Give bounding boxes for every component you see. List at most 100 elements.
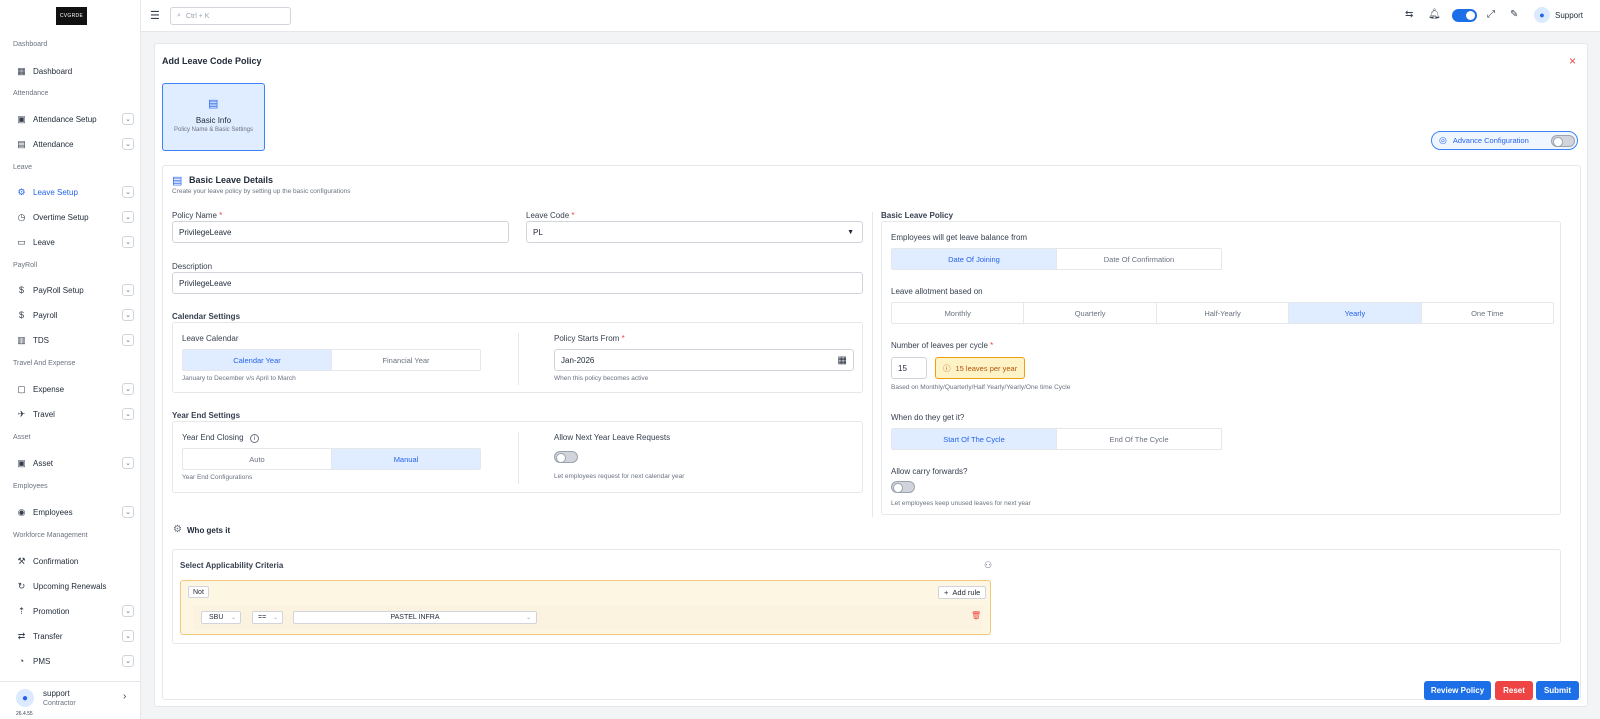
policy-name-label: Policy Name * <box>172 211 223 220</box>
description-label: Description <box>172 262 213 271</box>
chevron-down-icon[interactable]: ⌄ <box>122 186 134 198</box>
chevron-down-icon[interactable]: ⌄ <box>122 284 134 296</box>
filter-users-icon[interactable]: ⚇ <box>984 560 992 571</box>
when-label: When do they get it? <box>891 413 965 422</box>
leaves-hint: Based on Monthly/Quarterly/Half Yearly/Y… <box>891 384 1071 391</box>
pen-icon[interactable]: ✎ <box>1510 9 1518 20</box>
chevron-down-icon[interactable]: ⌄ <box>122 138 134 150</box>
step-basic-info[interactable]: ▤ Basic Info Policy Name & Basic Setting… <box>162 83 265 151</box>
chevron-down-icon[interactable]: ⌄ <box>122 630 134 642</box>
sidebar-item-pms[interactable]: ◔ PMS ⌄ <box>10 652 134 670</box>
chevron-down-icon[interactable]: ⌄ <box>122 506 134 518</box>
sidebar-item-attendance-setup[interactable]: ▣ Attendance Setup ⌄ <box>10 110 134 128</box>
sidebar-item-payroll[interactable]: $ Payroll ⌄ <box>10 306 134 324</box>
chevron-down-icon[interactable]: ⌄ <box>122 383 134 395</box>
sidebar-item-travel[interactable]: ✈ Travel ⌄ <box>10 405 134 423</box>
sidebar-item-expense[interactable]: ▢ Expense ⌄ <box>10 380 134 398</box>
menu-toggle-icon[interactable]: ☰ <box>150 9 160 22</box>
one-time-option[interactable]: One Time <box>1422 303 1553 323</box>
submit-button[interactable]: Submit <box>1536 681 1579 700</box>
applicability-box: Select Applicability Criteria ⚇ Not + Add… <box>172 549 1561 644</box>
section-attendance: Attendance <box>13 90 49 97</box>
policy-start-input[interactable]: Jan-2026 ▦ <box>554 349 854 371</box>
review-policy-button[interactable]: Review Policy <box>1424 681 1491 700</box>
auto-option[interactable]: Auto <box>183 449 332 469</box>
leaves-per-cycle-label: Number of leaves per cycle * <box>891 341 994 350</box>
calendar-check-icon: ▣ <box>17 113 26 124</box>
chevron-down-icon[interactable]: ⌄ <box>122 655 134 667</box>
manual-option[interactable]: Manual <box>332 449 480 469</box>
step-title: Basic Info <box>195 116 232 125</box>
rule-operator-select[interactable]: == ⌄ <box>252 611 283 624</box>
section-employees: Employees <box>13 483 48 490</box>
chevron-down-icon[interactable]: ⌄ <box>122 457 134 469</box>
app-logo[interactable]: CVGRDE <box>56 7 87 25</box>
calendar-year-option[interactable]: Calendar Year <box>183 350 332 370</box>
add-rule-button[interactable]: + Add rule <box>938 586 987 599</box>
user-menu-label[interactable]: Support <box>1555 11 1583 20</box>
quarterly-option[interactable]: Quarterly <box>1024 303 1157 323</box>
advance-config-switch[interactable] <box>1551 135 1575 147</box>
bell-icon[interactable]: 🔔︎ <box>1428 9 1441 20</box>
sidebar-item-transfer[interactable]: ⇄ Transfer ⌄ <box>10 627 134 645</box>
half-yearly-option[interactable]: Half-Yearly <box>1157 303 1290 323</box>
sidebar-item-promotion[interactable]: ⇡ Promotion ⌄ <box>10 602 134 620</box>
plane-icon: ✈ <box>17 408 26 419</box>
info-icon[interactable]: i <box>249 434 259 443</box>
rule-value-select[interactable]: PASTEL INFRA ⌄ <box>293 611 537 624</box>
sidebar-item-asset[interactable]: ▣ Asset ⌄ <box>10 454 134 472</box>
monthly-option[interactable]: Monthly <box>892 303 1025 323</box>
date-of-joining-option[interactable]: Date Of Joining <box>892 249 1057 269</box>
chevron-down-icon[interactable]: ⌄ <box>122 334 134 346</box>
close-icon[interactable]: × <box>1569 54 1576 68</box>
carry-forward-switch[interactable] <box>891 481 915 493</box>
yearly-option[interactable]: Yearly <box>1289 303 1422 323</box>
chevron-down-icon[interactable]: ⌄ <box>122 309 134 321</box>
fullscreen-icon[interactable]: ⤢ <box>1487 9 1495 20</box>
start-of-cycle-option[interactable]: Start Of The Cycle <box>892 429 1057 449</box>
chevron-down-icon[interactable]: ⌄ <box>122 236 134 248</box>
translate-icon[interactable]: ⇆ <box>1405 9 1413 20</box>
refresh-doc-icon: ↻ <box>17 580 26 591</box>
sidebar-item-confirmation[interactable]: ⚒ Confirmation <box>10 552 134 570</box>
sidebar-item-dashboard[interactable]: ▦ Dashboard <box>10 62 134 80</box>
leave-code-select[interactable]: PL ▼ <box>526 221 863 243</box>
section-subtitle: Create your leave policy by setting up t… <box>172 188 351 195</box>
chevron-down-icon[interactable]: ⌄ <box>122 605 134 617</box>
chevron-down-icon[interactable]: ⌄ <box>122 408 134 420</box>
section-dashboard: Dashboard <box>13 41 48 48</box>
not-toggle[interactable]: Not <box>188 586 209 598</box>
end-of-cycle-option[interactable]: End Of The Cycle <box>1057 429 1221 449</box>
reset-button[interactable]: Reset <box>1495 681 1533 700</box>
description-input[interactable]: PrivilegeLeave <box>172 272 863 294</box>
sidebar-item-employees[interactable]: ◉ Employees ⌄ <box>10 503 134 521</box>
search-input[interactable]: ⌕ Ctrl + K <box>170 7 291 25</box>
calendar-icon[interactable]: ▦ <box>838 355 847 366</box>
sidebar-item-overtime-setup[interactable]: ◷ Overtime Setup ⌄ <box>10 208 134 226</box>
when-toggle: Start Of The Cycle End Of The Cycle <box>891 428 1222 450</box>
trash-icon[interactable]: 🗑︎ <box>971 611 981 620</box>
sidebar-item-tds[interactable]: ▥ TDS ⌄ <box>10 331 134 349</box>
policy-name-input[interactable]: PrivilegeLeave <box>172 221 509 243</box>
chevron-right-icon[interactable]: › <box>123 691 126 702</box>
theme-toggle[interactable] <box>1452 9 1477 22</box>
rule-field-select[interactable]: SBU ⌄ <box>201 611 241 624</box>
advance-configuration-toggle[interactable]: ◎ Advance Configuration <box>1431 131 1578 150</box>
basic-leave-policy-heading: Basic Leave Policy <box>881 211 954 220</box>
chevron-down-icon[interactable]: ⌄ <box>122 211 134 223</box>
sidebar-item-payroll-setup[interactable]: $ PayRoll Setup ⌄ <box>10 281 134 299</box>
next-year-switch[interactable] <box>554 451 578 463</box>
gear-icon: ⚙ <box>173 524 182 535</box>
sidebar-item-attendance[interactable]: ▤ Attendance ⌄ <box>10 135 134 153</box>
chevron-down-icon: ⌄ <box>525 615 531 621</box>
sidebar-item-upcoming-renewals[interactable]: ↻ Upcoming Renewals <box>10 577 134 595</box>
sidebar-item-leave[interactable]: ▭ Leave ⌄ <box>10 233 134 251</box>
leaves-per-cycle-input[interactable]: 15 <box>891 357 927 379</box>
date-of-confirmation-option[interactable]: Date Of Confirmation <box>1057 249 1221 269</box>
user-avatar-icon[interactable]: ● <box>1534 7 1550 23</box>
user-card[interactable]: ● support Contractor 26.4.55 › <box>0 681 141 719</box>
sidebar-item-leave-setup[interactable]: ⚙ Leave Setup ⌄ <box>10 183 134 201</box>
chevron-down-icon[interactable]: ⌄ <box>122 113 134 125</box>
financial-year-option[interactable]: Financial Year <box>332 350 480 370</box>
year-end-settings-box: Year End Closing i Auto Manual Year End … <box>172 421 863 493</box>
